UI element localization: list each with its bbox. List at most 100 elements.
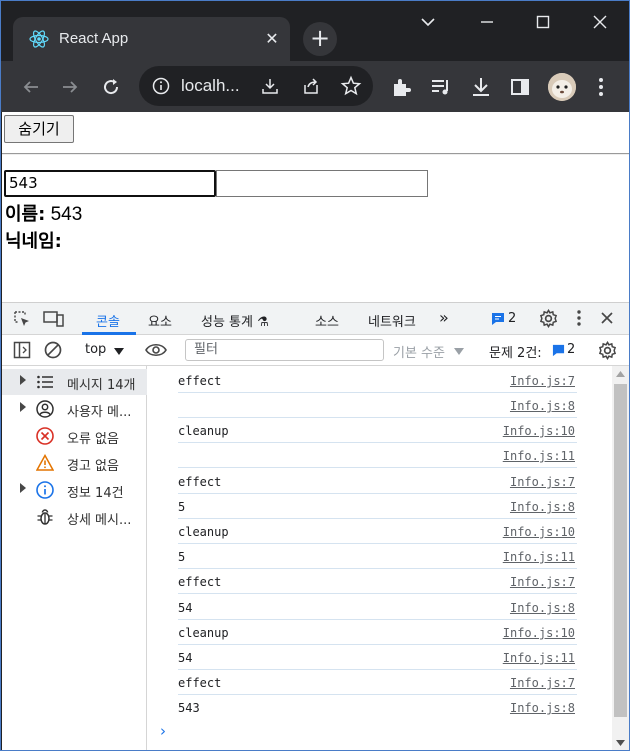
tab-console[interactable]: 콘솔: [96, 311, 120, 330]
name-label: 이름:: [5, 204, 46, 225]
source-link[interactable]: Info.js:7: [510, 374, 575, 388]
settings-gear-icon[interactable]: [539, 308, 558, 332]
devtools-panel: 콘솔 요소 성능 통계 ⚗ 소스 네트워크 » 2 top 필터 기본 수준 문…: [2, 302, 629, 750]
issues-count-badge[interactable]: 2: [508, 311, 516, 326]
close-devtools-icon[interactable]: [599, 310, 615, 330]
side-panel-icon[interactable]: [507, 74, 533, 100]
new-tab-button[interactable]: +: [303, 22, 337, 56]
back-icon[interactable]: [18, 74, 44, 100]
source-link[interactable]: Info.js:11: [503, 449, 575, 463]
forward-icon[interactable]: [57, 74, 83, 100]
issues-label: 문제 2건:: [489, 346, 542, 361]
browser-tab[interactable]: React App ✕: [13, 17, 290, 61]
sidebar-item-label: 정보 14건: [67, 486, 124, 501]
context-dropdown-icon[interactable]: [114, 345, 124, 360]
issues-message-icon[interactable]: [491, 312, 505, 330]
sidebar-item-label: 상세 메시...: [67, 513, 132, 528]
source-link[interactable]: Info.js:11: [503, 550, 575, 564]
message-text: cleanup: [178, 424, 229, 438]
tab-sources[interactable]: 소스: [315, 311, 339, 330]
console-message: 54 Info.js:8: [178, 595, 577, 620]
nickname-input[interactable]: [216, 170, 428, 197]
source-link[interactable]: Info.js:8: [510, 701, 575, 715]
scroll-up-icon[interactable]: [616, 371, 625, 377]
context-selector[interactable]: top: [85, 342, 106, 357]
tab-elements[interactable]: 요소: [148, 311, 172, 330]
message-text: effect: [178, 374, 222, 388]
browser-window: React App ✕ + localh... 숨기기 543 이름: 543 …: [0, 0, 630, 751]
user-icon: [36, 400, 54, 418]
source-link[interactable]: Info.js:8: [510, 500, 575, 514]
sidebar-item-verbose[interactable]: 상세 메시...: [2, 504, 147, 530]
sidebar-item-info[interactable]: 정보 14건: [2, 477, 147, 503]
expand-arrow-icon[interactable]: [20, 483, 26, 493]
source-link[interactable]: Info.js:10: [503, 525, 575, 539]
profile-avatar[interactable]: [548, 73, 576, 101]
inspect-element-icon[interactable]: [13, 310, 31, 332]
message-text: effect: [178, 575, 222, 589]
media-control-icon[interactable]: [428, 74, 454, 100]
devtools-menu-icon[interactable]: [571, 309, 587, 331]
maximize-icon[interactable]: [530, 9, 556, 35]
tab-title: React App: [59, 30, 129, 47]
tab-network[interactable]: 네트워크: [368, 311, 416, 330]
message-text: 543: [178, 701, 200, 715]
source-link[interactable]: Info.js:10: [503, 424, 575, 438]
log-level-selector[interactable]: 기본 수준: [393, 342, 445, 361]
install-app-icon[interactable]: [260, 76, 280, 100]
issues-icon[interactable]: [552, 344, 565, 361]
close-window-icon[interactable]: [587, 9, 613, 35]
clear-console-icon[interactable]: [43, 340, 63, 364]
devtools-tab-bar: 콘솔 요소 성능 통계 ⚗ 소스 네트워크 » 2: [2, 303, 629, 335]
log-level-dropdown-icon[interactable]: [454, 345, 464, 360]
downloads-icon[interactable]: [468, 74, 494, 100]
minimize-icon[interactable]: [474, 9, 500, 35]
scroll-down-icon[interactable]: [616, 740, 625, 746]
console-prompt-chevron-icon[interactable]: ›: [160, 722, 166, 740]
source-link[interactable]: Info.js:7: [510, 575, 575, 589]
toggle-sidebar-icon[interactable]: [13, 341, 31, 363]
console-settings-gear-icon[interactable]: [598, 340, 617, 364]
hide-button[interactable]: 숨기기: [4, 115, 74, 143]
warning-icon: [35, 453, 55, 472]
site-info-icon[interactable]: [151, 76, 171, 100]
console-sidebar: 메시지 14개 사용자 메... 오류 없음 경고 없음 정보 14건 상세 메…: [2, 366, 147, 750]
nickname-row: 닉네임:: [5, 227, 62, 253]
source-link[interactable]: Info.js:7: [510, 475, 575, 489]
source-link[interactable]: Info.js:7: [510, 676, 575, 690]
source-link[interactable]: Info.js:8: [510, 399, 575, 413]
tab-search-icon[interactable]: [415, 9, 441, 35]
device-toolbar-icon[interactable]: [43, 310, 65, 332]
share-icon[interactable]: [301, 76, 321, 100]
extensions-icon[interactable]: [389, 74, 415, 100]
name-input[interactable]: 543: [4, 170, 216, 197]
filter-input[interactable]: 필터: [185, 339, 384, 361]
tab-performance-insights[interactable]: 성능 통계 ⚗: [201, 311, 269, 330]
source-link[interactable]: Info.js:8: [510, 601, 575, 615]
expand-arrow-icon[interactable]: [20, 375, 26, 385]
sidebar-item-warnings[interactable]: 경고 없음: [2, 450, 147, 476]
expand-arrow-icon[interactable]: [20, 402, 26, 412]
source-link[interactable]: Info.js:10: [503, 626, 575, 640]
close-tab-icon[interactable]: ✕: [262, 29, 282, 49]
source-link[interactable]: Info.js:11: [503, 651, 575, 665]
console-message: effect Info.js:7: [178, 670, 577, 695]
bookmark-star-icon[interactable]: [340, 75, 362, 101]
issues-count[interactable]: 2: [567, 342, 575, 357]
live-expression-eye-icon[interactable]: [145, 341, 167, 363]
sidebar-item-label: 오류 없음: [67, 432, 119, 447]
console-message: Info.js:11: [178, 443, 577, 468]
address-bar[interactable]: localh...: [139, 66, 373, 106]
url-text: localh...: [181, 76, 240, 95]
sidebar-item-messages[interactable]: 메시지 14개: [2, 369, 147, 395]
sidebar-item-errors[interactable]: 오류 없음: [2, 423, 147, 449]
console-scrollbar[interactable]: [612, 366, 629, 750]
console-message: effect Info.js:7: [178, 368, 577, 393]
message-text: 5: [178, 500, 186, 514]
message-text: 54: [178, 601, 193, 615]
menu-kebab-icon[interactable]: [588, 74, 614, 100]
more-tabs-icon[interactable]: »: [439, 308, 449, 327]
sidebar-item-user-messages[interactable]: 사용자 메...: [2, 396, 147, 422]
reload-icon[interactable]: [98, 74, 124, 100]
scrollbar-thumb[interactable]: [614, 384, 627, 717]
